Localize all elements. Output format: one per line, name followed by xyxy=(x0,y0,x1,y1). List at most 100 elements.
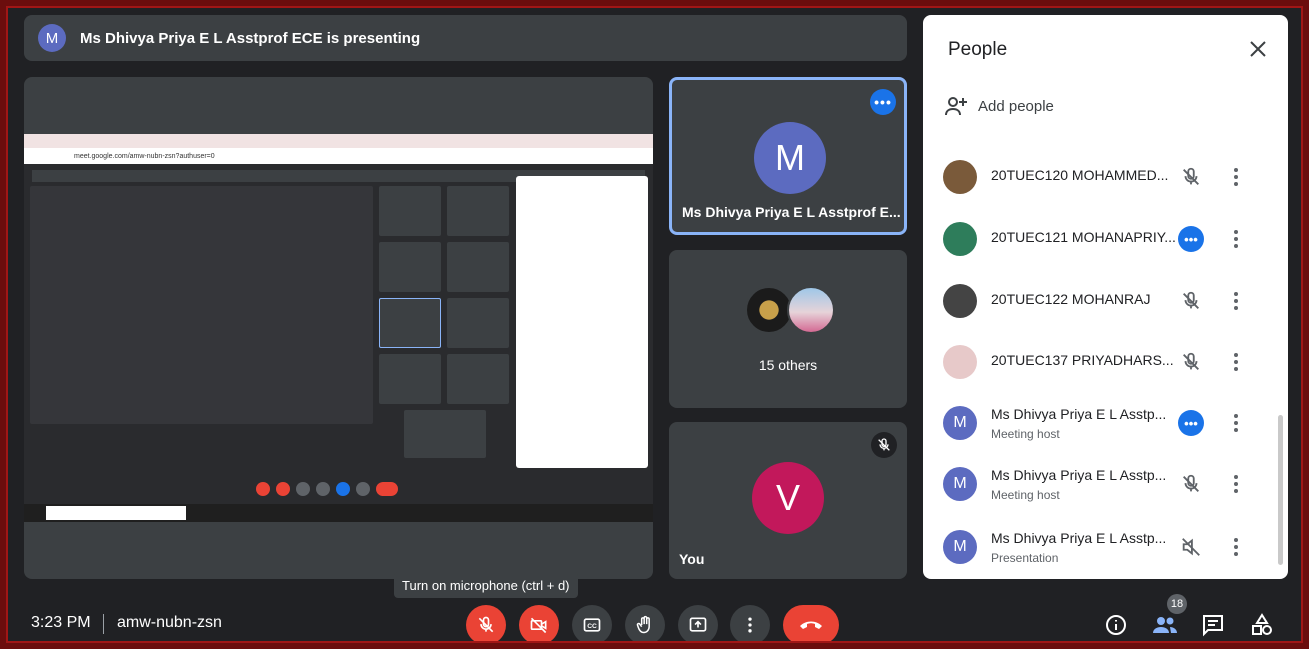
participant-more-icon[interactable] xyxy=(1229,288,1243,314)
nested-tile xyxy=(404,410,486,458)
participant-name: 20TUEC122 MOHANRAJ xyxy=(991,291,1151,307)
present-icon xyxy=(689,617,707,632)
nested-tile xyxy=(447,298,509,348)
shared-taskbar xyxy=(24,504,653,522)
nested-tile xyxy=(447,242,509,292)
chat-button[interactable] xyxy=(1200,612,1226,638)
participant-more-icon[interactable] xyxy=(1229,226,1243,252)
shared-screen-tile[interactable]: meet.google.com/amw-nubn-zsn?authuser=0 xyxy=(24,77,653,579)
participant-more-icon[interactable] xyxy=(1229,534,1243,560)
participant-row[interactable]: 20TUEC137 PRIYADHARS... xyxy=(923,333,1288,393)
nested-tile xyxy=(447,354,509,404)
close-icon[interactable] xyxy=(1246,37,1270,61)
presenter-tile[interactable]: M ••• Ms Dhivya Priya E L Asstprof E... xyxy=(669,77,907,235)
shared-taskbar-search xyxy=(46,506,186,520)
camera-toggle-button[interactable] xyxy=(519,605,559,645)
participant-more-icon[interactable] xyxy=(1229,471,1243,497)
self-avatar: V xyxy=(752,462,824,534)
activities-icon xyxy=(1252,613,1272,635)
presentation-audio-off-icon xyxy=(1182,538,1200,556)
participant-more-icon[interactable] xyxy=(1229,349,1243,375)
participant-row[interactable]: 20TUEC120 MOHAMMED... xyxy=(923,148,1288,208)
presenting-banner: M Ms Dhivya Priya E L Asstprof ECE is pr… xyxy=(24,15,907,61)
nested-control-bar xyxy=(24,482,653,500)
mic-off-icon xyxy=(1183,167,1199,185)
shared-screen-content: meet.google.com/amw-nubn-zsn?authuser=0 xyxy=(24,134,653,522)
participant-more-icon[interactable] xyxy=(1229,164,1243,190)
participant-row[interactable]: M Ms Dhivya Priya E L Asstp... Meeting hos… xyxy=(923,455,1288,515)
meeting-time: 3:23 PM xyxy=(31,614,91,631)
people-icon xyxy=(1153,617,1177,633)
self-tile[interactable]: V You xyxy=(669,422,907,579)
people-panel-title: People xyxy=(948,39,1008,60)
presentation-audio-off-icon xyxy=(1178,534,1204,560)
mic-off-icon xyxy=(1183,291,1199,309)
meeting-info-button[interactable] xyxy=(1103,612,1129,638)
other-avatar xyxy=(787,286,835,334)
participant-name: Ms Dhivya Priya E L Asstp... xyxy=(991,530,1167,546)
presenting-text: Ms Dhivya Priya E L Asstprof ECE is pres… xyxy=(80,29,421,47)
participant-more-icon[interactable] xyxy=(1229,410,1243,436)
mic-off-icon xyxy=(1178,349,1204,375)
participant-name: Ms Dhivya Priya E L Asstp... xyxy=(991,406,1167,422)
mic-off-icon xyxy=(478,616,494,633)
more-dots-icon[interactable]: ••• xyxy=(1178,410,1204,436)
shared-browser-tabs xyxy=(24,134,653,148)
participant-name: 20TUEC120 MOHAMMED... xyxy=(991,167,1169,183)
participant-row[interactable]: 20TUEC121 MOHANAPRIY... ••• xyxy=(923,210,1288,270)
mic-off-icon xyxy=(871,432,897,458)
camera-off-icon xyxy=(530,617,547,634)
leave-call-button[interactable] xyxy=(783,605,839,645)
microphone-tooltip: Turn on microphone (ctrl + d) xyxy=(394,572,578,598)
more-vert-icon xyxy=(748,617,752,633)
participant-avatar xyxy=(943,222,977,256)
participant-avatar xyxy=(943,160,977,194)
people-panel: People Add people 20TUEC120 MOHAMMED... 2… xyxy=(923,15,1288,579)
shared-url-text: meet.google.com/amw-nubn-zsn?authuser=0 xyxy=(74,152,215,160)
activities-button[interactable] xyxy=(1249,612,1275,638)
captions-button[interactable]: CC xyxy=(572,605,612,645)
presenter-tile-name: Ms Dhivya Priya E L Asstprof E... xyxy=(682,204,901,220)
shared-browser-url-bar: meet.google.com/amw-nubn-zsn?authuser=0 xyxy=(24,148,653,164)
participant-role: Meeting host xyxy=(991,488,1060,502)
mic-off-icon xyxy=(1183,474,1199,492)
chat-icon xyxy=(1203,615,1223,637)
bottom-toolbar: 3:23 PM amw-nubn-zsn CC 18 xyxy=(0,594,1309,649)
mic-off-icon xyxy=(1178,471,1204,497)
nested-tile xyxy=(447,186,509,236)
participant-row[interactable]: M Ms Dhivya Priya E L Asstp... Meeting hos… xyxy=(923,394,1288,454)
people-button[interactable] xyxy=(1152,612,1178,638)
presenter-avatar: M xyxy=(38,24,66,52)
participant-row[interactable]: M Ms Dhivya Priya E L Asstp... Presentatio… xyxy=(923,518,1288,578)
present-screen-button[interactable] xyxy=(678,605,718,645)
other-avatar xyxy=(745,286,793,334)
mic-off-icon xyxy=(1183,352,1199,370)
captions-icon: CC xyxy=(583,618,601,632)
hand-icon xyxy=(636,615,650,634)
add-people-label: Add people xyxy=(978,97,1054,115)
people-scrollbar[interactable] xyxy=(1278,415,1283,565)
nested-people-panel xyxy=(516,176,648,468)
participant-role: Meeting host xyxy=(991,427,1060,441)
participant-avatar: M xyxy=(943,530,977,564)
participant-name: 20TUEC121 MOHANAPRIY... xyxy=(991,229,1176,245)
others-count-label: 15 others xyxy=(758,357,818,373)
participant-count-badge: 18 xyxy=(1167,594,1187,614)
more-options-button[interactable] xyxy=(730,605,770,645)
participant-avatar: M xyxy=(943,467,977,501)
participant-role: Presentation xyxy=(991,551,1059,565)
participant-name: 20TUEC137 PRIYADHARS... xyxy=(991,352,1174,368)
participant-avatar xyxy=(943,345,977,379)
more-dots-icon[interactable]: ••• xyxy=(1178,226,1204,252)
mic-off-icon xyxy=(1178,288,1204,314)
more-options-button[interactable]: ••• xyxy=(870,89,896,115)
others-tile[interactable]: 15 others xyxy=(669,250,907,408)
nested-presentation xyxy=(30,186,373,424)
raise-hand-button[interactable] xyxy=(625,605,665,645)
presenter-tile-avatar: M xyxy=(754,122,826,194)
meeting-code: amw-nubn-zsn xyxy=(117,614,222,631)
add-people-button[interactable]: Add people xyxy=(944,95,1054,117)
mic-off-icon xyxy=(1178,164,1204,190)
participant-row[interactable]: 20TUEC122 MOHANRAJ xyxy=(923,272,1288,332)
microphone-toggle-button[interactable] xyxy=(466,605,506,645)
